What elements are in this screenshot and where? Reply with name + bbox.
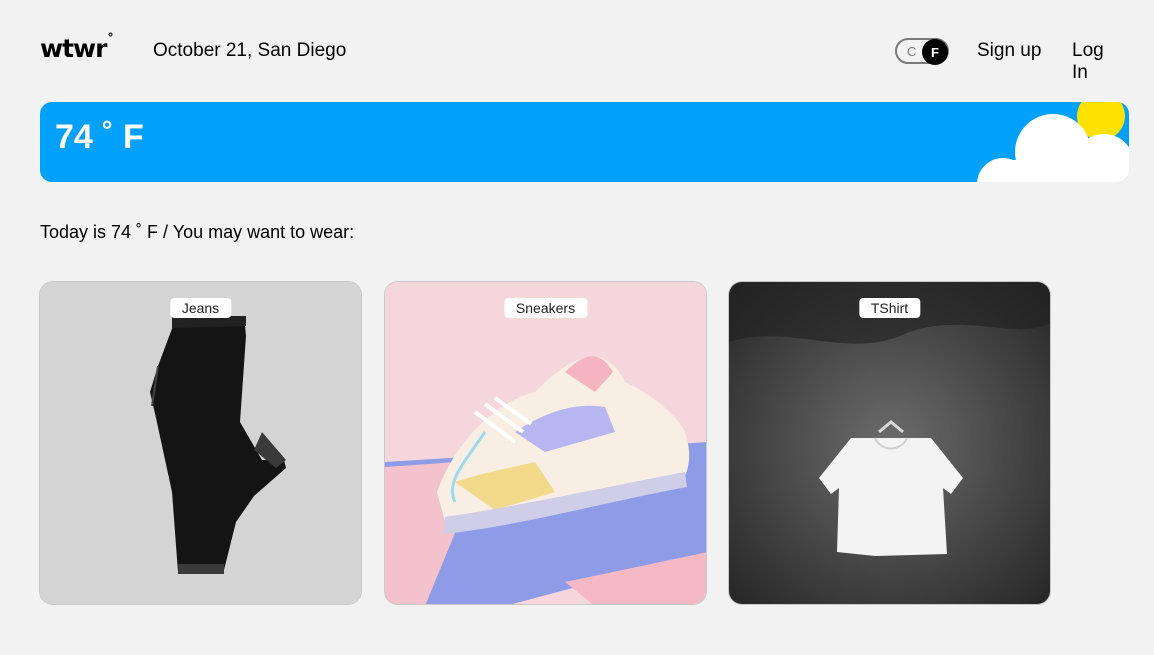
- toggle-knob-fahrenheit: F: [922, 39, 948, 65]
- logo-text: wtwr: [40, 34, 107, 63]
- date-location: October 21, San Diego: [153, 40, 347, 61]
- header: wtwr° October 21, San Diego C F Sign up …: [40, 30, 1123, 83]
- wear-suggestion-caption: Today is 74 ˚ F / You may want to wear:: [40, 222, 355, 242]
- login-button[interactable]: Log In: [1072, 40, 1123, 84]
- weather-illustration: [977, 102, 1129, 182]
- signup-button[interactable]: Sign up: [977, 40, 1041, 62]
- pastel-sneakers-image: [385, 282, 706, 604]
- logo-degree-mark: °: [107, 30, 113, 45]
- item-card-jeans[interactable]: Jeans: [39, 281, 362, 605]
- temperature-display: 74 ˚ F: [55, 118, 144, 156]
- item-label-sneakers: Sneakers: [503, 298, 588, 318]
- logo[interactable]: wtwr°: [40, 30, 113, 63]
- white-tshirt-image: [729, 282, 1050, 604]
- weather-banner: 74 ˚ F: [40, 102, 1129, 182]
- item-card-tshirt[interactable]: TShirt: [728, 281, 1051, 605]
- toggle-celsius-label: C: [907, 44, 917, 59]
- black-jeans-image: [40, 282, 361, 604]
- temperature-unit-toggle[interactable]: C F: [895, 38, 949, 65]
- item-label-tshirt: TShirt: [858, 298, 921, 318]
- item-card-sneakers[interactable]: Sneakers: [384, 281, 707, 605]
- item-label-jeans: Jeans: [169, 298, 232, 318]
